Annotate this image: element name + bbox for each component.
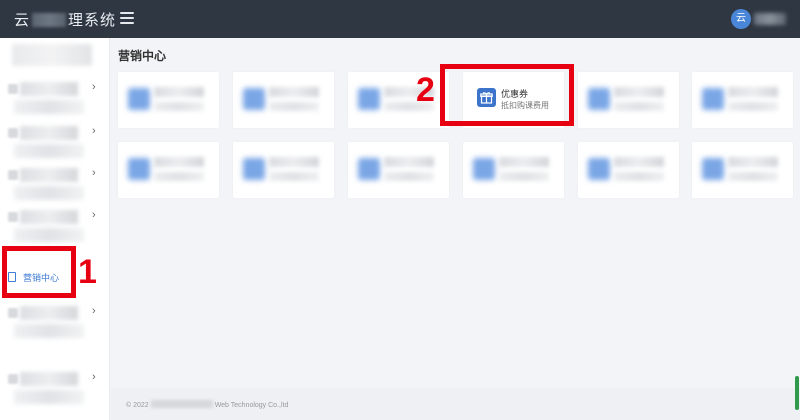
card-subtitle-blurred: [728, 102, 778, 111]
card-subtitle-blurred: [269, 172, 319, 181]
card-title-blurred: [499, 157, 549, 167]
sidebar-item[interactable]: ›: [0, 122, 110, 166]
sidebar-item[interactable]: ›: [0, 302, 110, 346]
sidebar-subitem-blurred: [14, 100, 84, 114]
brand-suffix: 理系统: [68, 12, 117, 29]
username-blurred[interactable]: [754, 13, 786, 25]
menu-icon: [8, 170, 18, 180]
brand-prefix: 云: [14, 12, 31, 29]
card-title-blurred: [728, 157, 778, 167]
sidebar-item[interactable]: ›: [0, 164, 110, 208]
card-subtitle-blurred: [154, 172, 204, 181]
menu-icon: [8, 308, 18, 318]
sidebar-header-blurred: [12, 44, 92, 66]
feature-icon-blurred: [128, 88, 150, 110]
feature-card[interactable]: [118, 72, 219, 128]
feature-card[interactable]: [348, 142, 449, 198]
feature-card[interactable]: [233, 72, 334, 128]
feature-card[interactable]: [463, 142, 564, 198]
chevron-right-icon: ›: [92, 209, 96, 221]
avatar[interactable]: 云: [731, 9, 751, 29]
card-subtitle-blurred: [728, 172, 778, 181]
card-subtitle-blurred: [384, 172, 434, 181]
sidebar-subitem-blurred: [14, 228, 84, 242]
chevron-right-icon: ›: [92, 167, 96, 179]
brand-title: 云 理系统: [14, 9, 116, 30]
feature-icon-blurred: [358, 158, 380, 180]
top-bar: 云 理系统 云: [0, 0, 800, 38]
highlight-box-1: [2, 246, 76, 298]
sidebar-subitem-blurred: [14, 324, 84, 338]
sidebar-subitem-blurred: [14, 186, 84, 200]
brand-blurred-text: [32, 13, 67, 27]
card-title-blurred: [154, 87, 204, 97]
card-subtitle-blurred: [269, 102, 319, 111]
chevron-right-icon: ›: [92, 125, 96, 137]
sidebar-item[interactable]: ›: [0, 78, 110, 122]
sidebar-item-label-blurred: [20, 126, 78, 140]
sidebar-item-label-blurred: [20, 168, 78, 182]
sidebar-item-label-blurred: [20, 82, 78, 96]
sidebar-subitem-blurred: [14, 390, 84, 404]
card-title-blurred: [269, 87, 319, 97]
sidebar-item-label-blurred: [20, 306, 78, 320]
card-subtitle-blurred: [614, 172, 664, 181]
chevron-right-icon: ›: [92, 81, 96, 93]
card-title-blurred: [614, 157, 664, 167]
menu-icon: [8, 128, 18, 138]
feature-icon-blurred: [358, 88, 380, 110]
sidebar: › › › › 营销中心 › ›: [0, 38, 110, 420]
feature-icon-blurred: [243, 88, 265, 110]
card-title-blurred: [614, 87, 664, 97]
feature-card[interactable]: [692, 72, 793, 128]
feature-card[interactable]: [233, 142, 334, 198]
feature-icon-blurred: [243, 158, 265, 180]
feature-card[interactable]: [692, 142, 793, 198]
feature-card[interactable]: [118, 142, 219, 198]
feature-icon-blurred: [473, 158, 495, 180]
feature-icon-blurred: [702, 158, 724, 180]
copyright-prefix: © 2022: [126, 402, 149, 409]
feature-icon-blurred: [588, 88, 610, 110]
feature-icon-blurred: [588, 158, 610, 180]
footer: © 2022 Web Technology Co.,ltd: [111, 388, 800, 420]
sidebar-subitem-blurred: [14, 144, 84, 158]
annotation-number-2: 2: [416, 71, 435, 109]
copyright-suffix: Web Technology Co.,ltd: [214, 402, 289, 409]
sidebar-item[interactable]: ›: [0, 368, 110, 412]
company-name-blurred: [150, 400, 213, 408]
menu-icon: [8, 212, 18, 222]
sidebar-item-label-blurred: [20, 372, 78, 386]
card-subtitle-blurred: [154, 102, 204, 111]
feature-icon-blurred: [128, 158, 150, 180]
highlight-box-2: [440, 64, 574, 126]
page-title: 营销中心: [118, 49, 167, 63]
sidebar-item-label-blurred: [20, 210, 78, 224]
menu-toggle-icon[interactable]: [120, 12, 134, 24]
card-title-blurred: [154, 157, 204, 167]
menu-icon: [8, 374, 18, 384]
annotation-number-1: 1: [78, 253, 97, 291]
card-subtitle-blurred: [499, 172, 549, 181]
copyright-text: © 2022 Web Technology Co.,ltd: [126, 400, 288, 409]
card-subtitle-blurred: [614, 102, 664, 111]
sidebar-item[interactable]: ›: [0, 206, 110, 250]
chevron-right-icon: ›: [92, 371, 96, 383]
feature-card[interactable]: [578, 72, 679, 128]
chevron-right-icon: ›: [92, 305, 96, 317]
card-title-blurred: [384, 157, 434, 167]
card-title-blurred: [269, 157, 319, 167]
feature-card[interactable]: [578, 142, 679, 198]
scrollbar-thumb[interactable]: [795, 376, 799, 410]
menu-icon: [8, 84, 18, 94]
feature-icon-blurred: [702, 88, 724, 110]
card-title-blurred: [728, 87, 778, 97]
